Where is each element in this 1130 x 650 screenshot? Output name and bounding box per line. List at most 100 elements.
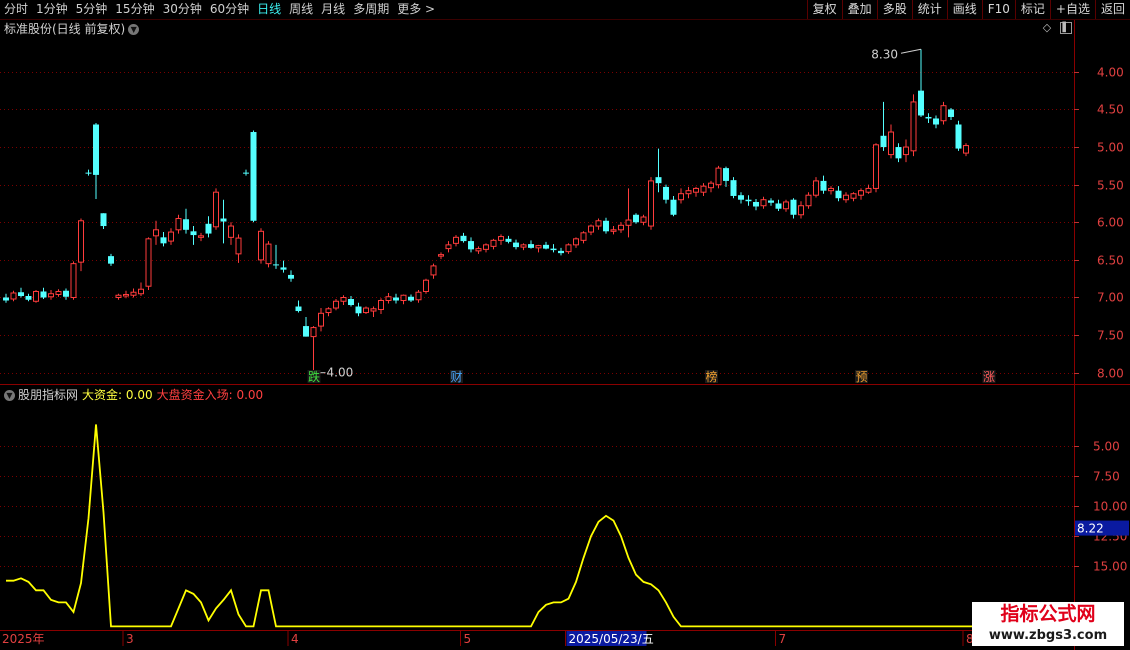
candle-body bbox=[925, 116, 932, 119]
candle-body bbox=[93, 124, 99, 175]
candle-body bbox=[85, 172, 92, 174]
candle-body bbox=[265, 243, 272, 265]
candle-body bbox=[370, 308, 377, 312]
candle-body bbox=[588, 225, 594, 233]
candle-body bbox=[723, 168, 729, 181]
candle-body bbox=[520, 244, 527, 248]
event-marker-1: 财 bbox=[450, 370, 462, 384]
candle-body bbox=[858, 190, 864, 196]
candle-body bbox=[55, 290, 62, 295]
candle-body bbox=[835, 190, 842, 199]
candle-body bbox=[550, 248, 557, 251]
chart-canvas[interactable]: 8.00 7.50 7.00 6.50 6.00 5.50 5.00 4.50 4.00 8.3… bbox=[0, 0, 1130, 650]
indicator-tick-label: 10.00 bbox=[1093, 500, 1127, 514]
candle-body bbox=[505, 238, 512, 242]
candle-body bbox=[400, 294, 407, 302]
date-label: 7 bbox=[779, 632, 787, 646]
candle-body bbox=[888, 131, 894, 156]
candle-body bbox=[730, 180, 737, 196]
candle-body bbox=[190, 231, 197, 236]
candle-body bbox=[513, 242, 519, 248]
event-marker-3: 预 bbox=[855, 370, 867, 384]
candle-body bbox=[768, 200, 774, 203]
candle-body bbox=[318, 312, 324, 327]
candle-body bbox=[798, 205, 804, 216]
candle-body bbox=[933, 118, 939, 125]
candle-body bbox=[715, 167, 722, 186]
candle-body bbox=[123, 293, 129, 297]
date-cursor-label: 2025/05/23/五 bbox=[569, 632, 654, 646]
candle-body bbox=[348, 299, 354, 306]
price-tick-label: 6.50 bbox=[1097, 254, 1124, 268]
price-annotations: 8.30 4.00 bbox=[313, 47, 922, 380]
candle-body bbox=[805, 194, 812, 207]
candle-body bbox=[198, 235, 204, 238]
candle-body bbox=[498, 236, 504, 241]
candle-body bbox=[595, 220, 602, 227]
current-value-label: 8.22 bbox=[1077, 522, 1104, 536]
candle-body bbox=[490, 239, 497, 247]
event-marker-0: 跌 bbox=[308, 369, 320, 384]
candle-body bbox=[273, 264, 279, 266]
legend-dazijin: 大资金: 0.00 bbox=[82, 388, 153, 402]
candle-body bbox=[363, 307, 369, 314]
candle-body bbox=[880, 135, 887, 148]
price-tick-label: 4.00 bbox=[1097, 66, 1124, 80]
candle-body bbox=[78, 220, 84, 263]
candle-body bbox=[415, 291, 422, 301]
candle-body bbox=[48, 293, 54, 298]
candle-body bbox=[850, 193, 857, 199]
candle-body bbox=[783, 201, 789, 210]
candle-body bbox=[115, 294, 122, 298]
candle-body bbox=[663, 186, 669, 200]
candle-body bbox=[910, 101, 917, 152]
price-tick-label: 6.00 bbox=[1097, 216, 1124, 230]
price-tick-label: 7.00 bbox=[1097, 291, 1124, 305]
candle-body bbox=[460, 235, 467, 242]
candle-body bbox=[310, 327, 317, 338]
indicator-source: 股朋指标网 bbox=[18, 388, 79, 402]
candle-body bbox=[378, 300, 384, 311]
indicator-axis: 15.0012.5010.007.505.008.22 bbox=[1074, 440, 1129, 574]
chevron-down-icon[interactable]: ▼ bbox=[4, 390, 15, 401]
price-tick-label: 4.50 bbox=[1097, 103, 1124, 117]
indicator-tick-label: 7.50 bbox=[1093, 470, 1120, 484]
candle-body bbox=[873, 144, 879, 189]
candle-body bbox=[175, 218, 182, 231]
price-tick-label: 7.50 bbox=[1097, 329, 1124, 343]
candle-body bbox=[243, 172, 249, 174]
candle-body bbox=[580, 232, 587, 241]
candle-body bbox=[453, 236, 459, 244]
candle-body bbox=[828, 187, 834, 192]
candle-body bbox=[10, 292, 17, 300]
candle-body bbox=[753, 201, 759, 207]
candle-body bbox=[325, 308, 332, 314]
candle-body bbox=[760, 199, 767, 207]
candle-body bbox=[340, 297, 347, 302]
candle-body bbox=[678, 193, 684, 201]
date-axis: 2025年 3 4 5 2025/05/23/五 7 8 bbox=[2, 631, 974, 646]
candle-body bbox=[558, 250, 564, 254]
candle-body bbox=[738, 195, 744, 200]
candle-body bbox=[385, 296, 392, 302]
legend-dapan-zijin: 大盘资金入场: 0.00 bbox=[156, 388, 264, 402]
candle-body bbox=[700, 185, 707, 193]
date-label: 2025年 bbox=[2, 632, 45, 646]
candle-body bbox=[153, 229, 159, 237]
candle-body bbox=[250, 132, 257, 221]
date-label: 5 bbox=[464, 632, 472, 646]
watermark-logo: 指标公式网 bbox=[972, 602, 1124, 626]
indicator-title[interactable]: ▼ 股朋指标网 大资金: 0.00 大盘资金入场: 0.00 bbox=[4, 387, 267, 403]
candle-body bbox=[685, 190, 692, 195]
price-tick-label: 5.00 bbox=[1097, 141, 1124, 155]
candle-body bbox=[775, 203, 782, 209]
candle-body bbox=[408, 296, 414, 301]
candle-body bbox=[183, 219, 189, 230]
candle-body bbox=[18, 292, 24, 296]
candle-body bbox=[393, 297, 399, 301]
candle-body bbox=[708, 182, 714, 189]
candle-body bbox=[918, 90, 924, 116]
candle-body bbox=[220, 218, 227, 222]
candle-body bbox=[790, 199, 797, 215]
candle-body bbox=[228, 225, 234, 238]
